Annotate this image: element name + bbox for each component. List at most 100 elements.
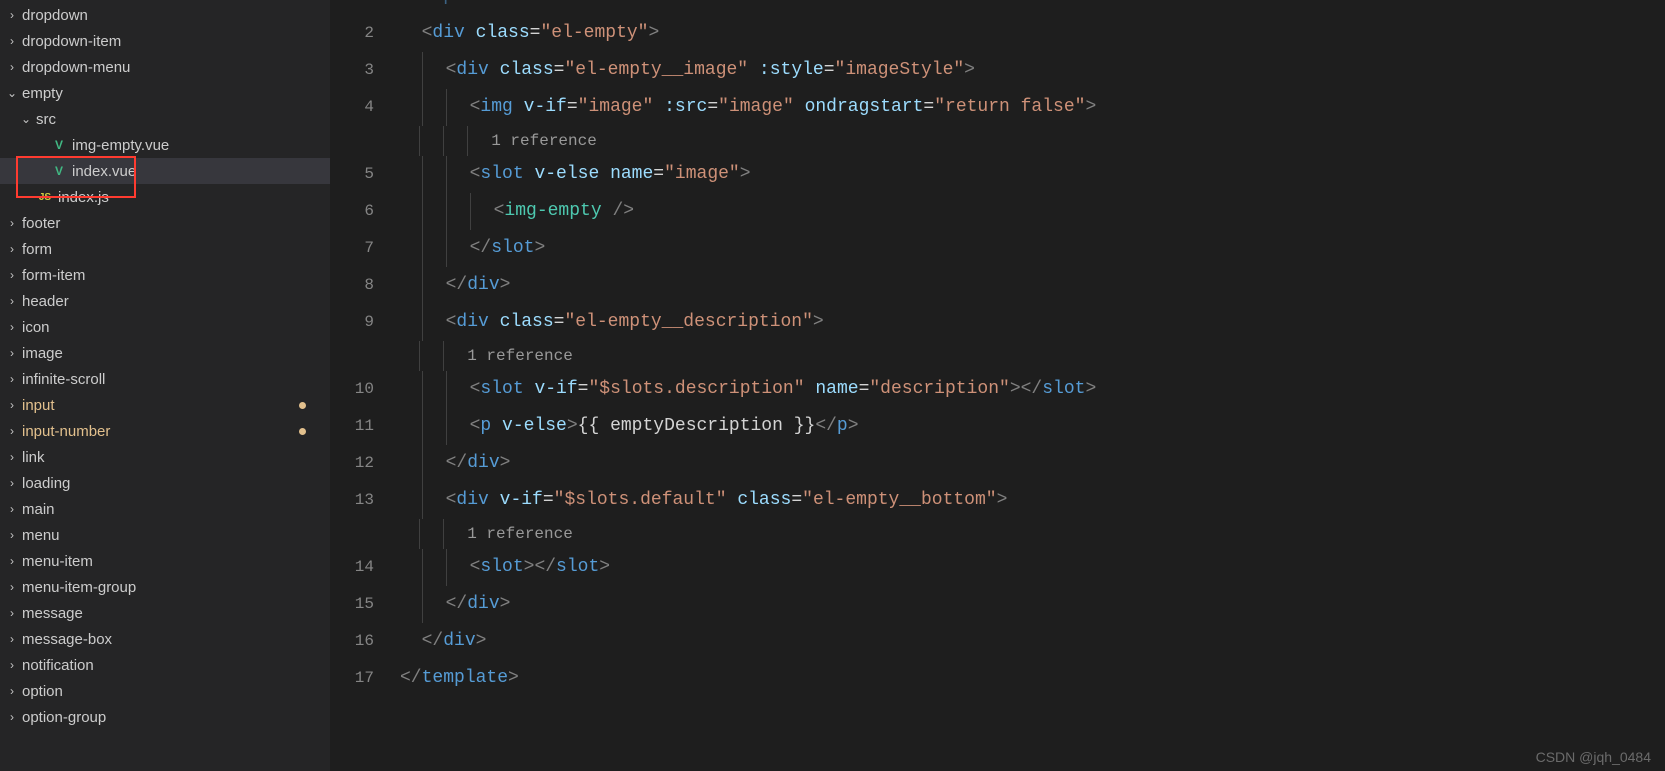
reference-codelens[interactable]: 1 reference xyxy=(400,126,1665,156)
reference-codelens[interactable]: 1 reference xyxy=(400,519,1665,549)
chevron-right-icon: › xyxy=(4,710,20,724)
code-line-6[interactable]: <img-empty /> xyxy=(400,193,1665,230)
chevron-right-icon: › xyxy=(4,8,20,22)
tree-item-header[interactable]: ›header xyxy=(0,288,330,314)
chevron-right-icon: › xyxy=(4,658,20,672)
code-line-9[interactable]: <div class="el-empty__description"> xyxy=(400,304,1665,341)
vue-file-icon: V xyxy=(50,136,68,154)
chevron-right-icon: › xyxy=(4,684,20,698)
code-line-10[interactable]: <slot v-if="$slots.description" name="de… xyxy=(400,371,1665,408)
tree-item-menu-item[interactable]: ›menu-item xyxy=(0,548,330,574)
code-line-1[interactable]: <template> xyxy=(400,0,1665,15)
tree-item-label: loading xyxy=(22,475,70,492)
code-content[interactable]: <template> <div class="el-empty"> <div c… xyxy=(400,0,1665,771)
gutter-spacer xyxy=(330,341,374,371)
tree-item-label: image xyxy=(22,345,63,362)
tree-item-label: img-empty.vue xyxy=(72,137,169,154)
tree-item-img-empty-vue[interactable]: Vimg-empty.vue xyxy=(0,132,330,158)
tree-item-label: icon xyxy=(22,319,50,336)
gutter-spacer xyxy=(330,519,374,549)
app-root: ›dropdown›dropdown-item›dropdown-menu⌄em… xyxy=(0,0,1665,771)
tree-item-label: index.vue xyxy=(72,163,136,180)
chevron-right-icon: › xyxy=(4,294,20,308)
chevron-right-icon: › xyxy=(4,242,20,256)
tree-item-loading[interactable]: ›loading xyxy=(0,470,330,496)
tree-item-index-js[interactable]: JSindex.js xyxy=(0,184,330,210)
code-line-17[interactable]: </template> xyxy=(400,660,1665,697)
tree-item-main[interactable]: ›main xyxy=(0,496,330,522)
tree-item-dropdown-item[interactable]: ›dropdown-item xyxy=(0,28,330,54)
tree-item-option[interactable]: ›option xyxy=(0,678,330,704)
file-explorer[interactable]: ›dropdown›dropdown-item›dropdown-menu⌄em… xyxy=(0,0,330,771)
code-line-14[interactable]: <slot></slot> xyxy=(400,549,1665,586)
tree-item-menu[interactable]: ›menu xyxy=(0,522,330,548)
tree-item-dropdown[interactable]: ›dropdown xyxy=(0,2,330,28)
code-line-8[interactable]: </div> xyxy=(400,267,1665,304)
chevron-right-icon: › xyxy=(4,268,20,282)
line-number: 16 xyxy=(330,623,374,660)
code-line-12[interactable]: </div> xyxy=(400,445,1665,482)
tree-item-message[interactable]: ›message xyxy=(0,600,330,626)
tree-item-form-item[interactable]: ›form-item xyxy=(0,262,330,288)
tree-item-infinite-scroll[interactable]: ›infinite-scroll xyxy=(0,366,330,392)
tree-item-label: dropdown xyxy=(22,7,88,24)
code-line-7[interactable]: </slot> xyxy=(400,230,1665,267)
tree-item-src[interactable]: ⌄src xyxy=(0,106,330,132)
chevron-down-icon: ⌄ xyxy=(4,86,20,100)
chevron-right-icon: › xyxy=(4,372,20,386)
tree-item-form[interactable]: ›form xyxy=(0,236,330,262)
tree-item-label: empty xyxy=(22,85,63,102)
chevron-right-icon: › xyxy=(4,476,20,490)
code-editor[interactable]: 1234567891011121314151617 <template> <di… xyxy=(330,0,1665,771)
code-line-11[interactable]: <p v-else>{{ emptyDescription }}</p> xyxy=(400,408,1665,445)
code-line-2[interactable]: <div class="el-empty"> xyxy=(400,15,1665,52)
line-number: 15 xyxy=(330,586,374,623)
line-number: 13 xyxy=(330,482,374,519)
tree-item-label: menu-item xyxy=(22,553,93,570)
code-line-4[interactable]: <img v-if="image" :src="image" ondragsta… xyxy=(400,89,1665,126)
tree-item-empty[interactable]: ⌄empty xyxy=(0,80,330,106)
tree-item-input[interactable]: ›input xyxy=(0,392,330,418)
tree-item-label: main xyxy=(22,501,55,518)
tree-item-dropdown-menu[interactable]: ›dropdown-menu xyxy=(0,54,330,80)
code-line-13[interactable]: <div v-if="$slots.default" class="el-emp… xyxy=(400,482,1665,519)
chevron-right-icon: › xyxy=(4,528,20,542)
vue-file-icon: V xyxy=(50,162,68,180)
tree-item-label: message-box xyxy=(22,631,112,648)
chevron-right-icon: › xyxy=(4,450,20,464)
tree-item-notification[interactable]: ›notification xyxy=(0,652,330,678)
line-number: 7 xyxy=(330,230,374,267)
line-number: 2 xyxy=(330,15,374,52)
tree-item-option-group[interactable]: ›option-group xyxy=(0,704,330,730)
tree-item-label: notification xyxy=(22,657,94,674)
reference-codelens[interactable]: 1 reference xyxy=(400,341,1665,371)
code-line-15[interactable]: </div> xyxy=(400,586,1665,623)
line-number: 9 xyxy=(330,304,374,341)
gutter-spacer xyxy=(330,126,374,156)
line-number: 8 xyxy=(330,267,374,304)
tree-item-label: footer xyxy=(22,215,60,232)
chevron-right-icon: › xyxy=(4,502,20,516)
tree-item-label: header xyxy=(22,293,69,310)
tree-item-label: infinite-scroll xyxy=(22,371,105,388)
tree-item-label: menu-item-group xyxy=(22,579,136,596)
line-number: 6 xyxy=(330,193,374,230)
tree-item-index-vue[interactable]: Vindex.vue xyxy=(0,158,330,184)
line-number: 3 xyxy=(330,52,374,89)
chevron-right-icon: › xyxy=(4,60,20,74)
code-line-3[interactable]: <div class="el-empty__image" :style="ima… xyxy=(400,52,1665,89)
line-number: 14 xyxy=(330,549,374,586)
tree-item-image[interactable]: ›image xyxy=(0,340,330,366)
tree-item-icon[interactable]: ›icon xyxy=(0,314,330,340)
tree-item-menu-item-group[interactable]: ›menu-item-group xyxy=(0,574,330,600)
chevron-right-icon: › xyxy=(4,424,20,438)
tree-item-input-number[interactable]: ›input-number xyxy=(0,418,330,444)
tree-item-message-box[interactable]: ›message-box xyxy=(0,626,330,652)
code-line-5[interactable]: <slot v-else name="image"> xyxy=(400,156,1665,193)
code-line-16[interactable]: </div> xyxy=(400,623,1665,660)
tree-item-link[interactable]: ›link xyxy=(0,444,330,470)
line-number-gutter: 1234567891011121314151617 xyxy=(330,0,400,771)
chevron-right-icon: › xyxy=(4,346,20,360)
tree-item-label: input xyxy=(22,397,55,414)
tree-item-footer[interactable]: ›footer xyxy=(0,210,330,236)
